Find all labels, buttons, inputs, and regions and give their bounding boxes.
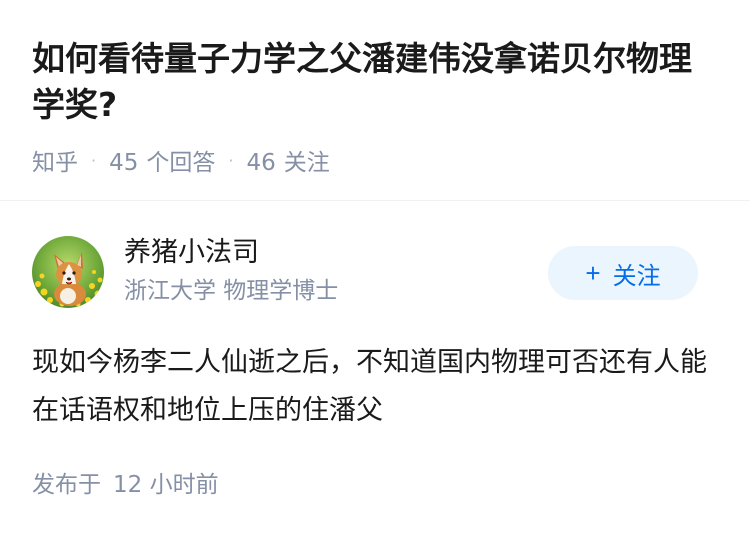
published-label: 发布于 (32, 472, 101, 498)
follow-button[interactable]: + 关注 (548, 246, 698, 300)
source-label[interactable]: 知乎 (32, 143, 78, 177)
avatar[interactable] (32, 236, 104, 308)
answer-count-link[interactable]: 45 个回答 (109, 143, 215, 177)
question-header: 如何看待量子力学之父潘建伟没拿诺贝尔物理学奖? 知乎 · 45 个回答 · 46 关… (0, 0, 750, 200)
plus-icon: + (585, 258, 601, 288)
follower-count-link[interactable]: 46 关注 (246, 143, 329, 177)
answer-count-label: 个回答 (146, 150, 216, 176)
answer-content[interactable]: 现如今杨李二人仙逝之后，不知道国内物理可否还有人能在话语权和地位上压的住潘父 (32, 339, 722, 435)
author-name[interactable]: 养猪小法司 (124, 235, 259, 271)
follower-count-label: 关注 (283, 150, 330, 176)
follower-count: 46 (246, 150, 276, 176)
question-meta: 知乎 · 45 个回答 · 46 关注 (32, 144, 330, 176)
answer-card: 养猪小法司 浙江大学 物理学博士 + 关注 现如今杨李二人仙逝之后，不知道国内物… (0, 201, 750, 538)
follow-button-label: 关注 (612, 262, 661, 290)
meta-separator: · (228, 150, 234, 170)
question-title[interactable]: 如何看待量子力学之父潘建伟没拿诺贝尔物理学奖? (32, 36, 722, 128)
corgi-dog-avatar-icon (32, 236, 104, 308)
answer-count: 45 (109, 150, 139, 176)
author-description: 浙江大学 物理学博士 (124, 278, 339, 304)
answer-timestamp: 发布于 12 小时前 (32, 469, 219, 501)
meta-separator: · (91, 150, 97, 170)
published-time: 12 小时前 (113, 472, 219, 498)
